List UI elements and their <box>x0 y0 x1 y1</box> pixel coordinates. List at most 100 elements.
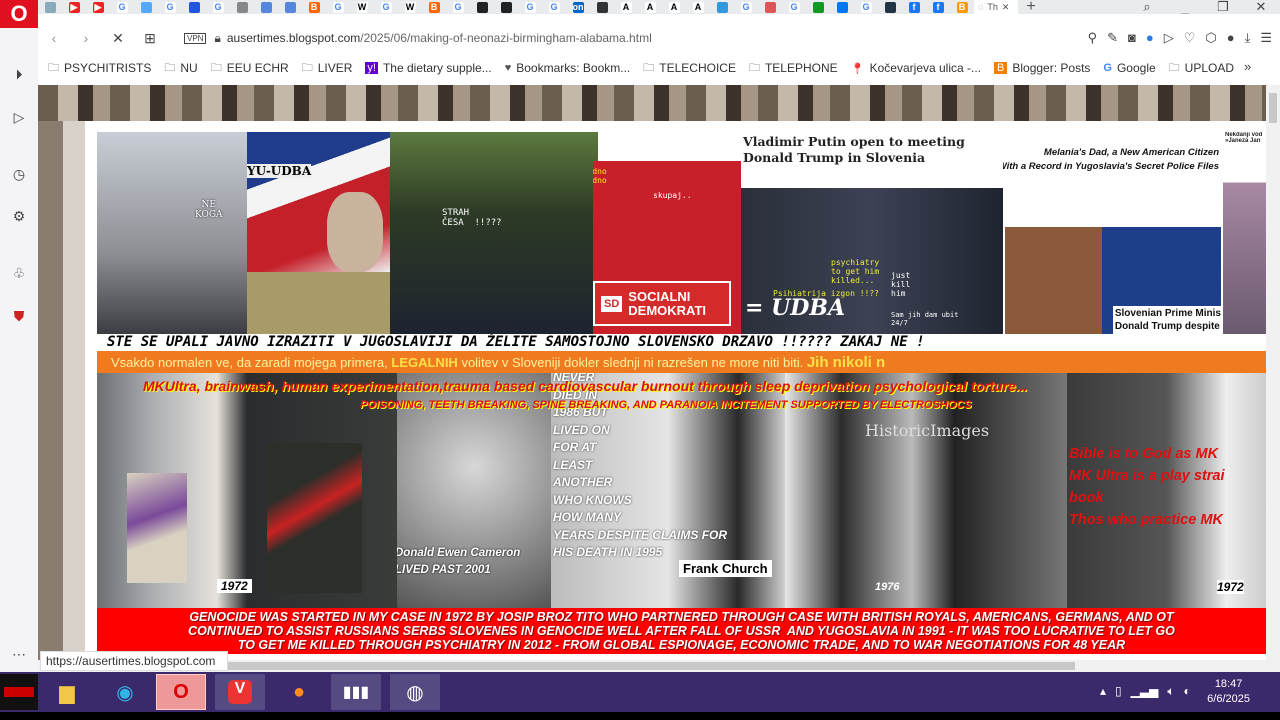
close-tab-icon[interactable]: ✕ <box>1002 2 1010 13</box>
tab[interactable]: G <box>206 0 230 14</box>
tab[interactable]: f <box>902 0 926 14</box>
ublock-icon[interactable]: ⛊ <box>10 308 28 326</box>
tab[interactable]: W <box>350 0 374 14</box>
bookmark-item[interactable]: ♥ Bookmarks: Bookm... <box>505 61 631 75</box>
tab[interactable]: W <box>398 0 422 14</box>
tab[interactable] <box>758 0 782 14</box>
tab[interactable]: on <box>566 0 590 14</box>
history-icon[interactable]: ◷ <box>10 166 28 184</box>
url-field[interactable]: ausertimes.blogspot.com/2025/06/making-o… <box>227 31 652 45</box>
tab[interactable]: A <box>686 0 710 14</box>
audio-editor-icon[interactable]: ▮▮▮ <box>331 674 381 710</box>
bookmark-item[interactable]: 🗀︎ LIVER <box>302 59 353 78</box>
file-explorer-icon[interactable]: ▆ <box>42 674 92 710</box>
tab[interactable]: A <box>638 0 662 14</box>
tab[interactable] <box>38 0 62 14</box>
tab[interactable] <box>134 0 158 14</box>
tab[interactable]: f <box>926 0 950 14</box>
minimize-button[interactable]: _ <box>1166 0 1204 15</box>
tabs-grid-icon[interactable]: ⊞ <box>134 30 166 47</box>
tab-active[interactable]: ◌ Th ✕ <box>974 0 1018 14</box>
tab[interactable]: G <box>734 0 758 14</box>
opera-menu-button[interactable]: O <box>0 0 38 28</box>
edge-icon[interactable]: ◉ <box>100 674 150 710</box>
tray-expand-icon[interactable]: ▴ <box>1100 684 1106 699</box>
more-bookmarks-icon[interactable]: » <box>1244 59 1251 74</box>
easy-setup-icon[interactable]: ☰ <box>1260 30 1272 46</box>
cube-icon[interactable]: ⬡ <box>1205 30 1216 46</box>
volume-icon[interactable]: 🔈︎ <box>1167 684 1174 699</box>
bookmark-item[interactable]: 🗀︎ TELEPHONE <box>749 59 838 78</box>
network-icon[interactable]: ▁▃▅ <box>1131 684 1159 699</box>
tab[interactable]: A <box>662 0 686 14</box>
heart-icon[interactable]: ♡ <box>1184 30 1196 46</box>
horizontal-scroll-thumb[interactable] <box>200 662 1075 670</box>
shield-check-icon[interactable]: ● <box>1146 30 1154 46</box>
bookmark-label: PSYCHITRISTS <box>64 61 152 75</box>
bookmark-item[interactable]: B Blogger: Posts <box>994 61 1090 75</box>
tab[interactable]: G <box>854 0 878 14</box>
snapshot-icon[interactable]: ◙ <box>1128 30 1136 46</box>
lightbulb-icon[interactable]: ♧ <box>10 265 28 283</box>
stop-loading-button[interactable]: ✕ <box>102 30 134 47</box>
tab[interactable]: G <box>542 0 566 14</box>
close-window-button[interactable]: ✕ <box>1242 0 1280 15</box>
edit-icon[interactable]: ✎ <box>1107 30 1118 46</box>
send-icon[interactable]: ▷ <box>10 109 28 127</box>
tab[interactable] <box>830 0 854 14</box>
firefox-icon[interactable]: ● <box>274 674 324 710</box>
vivaldi-icon[interactable]: V <box>215 674 265 710</box>
bookmark-item[interactable]: 🗀︎ NU <box>164 59 197 78</box>
tab[interactable] <box>494 0 518 14</box>
lock-icon[interactable]: 🔒︎ <box>214 31 220 46</box>
search-tabs-icon[interactable]: ⌕ <box>1128 0 1166 15</box>
tab[interactable]: B <box>950 0 974 14</box>
tab[interactable]: G <box>326 0 350 14</box>
tray-app-icon[interactable]: ◐ <box>1184 684 1191 699</box>
tab[interactable]: ▶ <box>86 0 110 14</box>
tab[interactable]: B <box>422 0 446 14</box>
battery-icon[interactable]: ▯ <box>1115 684 1122 699</box>
back-button[interactable]: ‹ <box>38 30 70 46</box>
tab[interactable]: G <box>782 0 806 14</box>
vpn-badge[interactable]: VPN <box>184 32 207 44</box>
profile-icon[interactable]: ● <box>1227 30 1235 46</box>
forward-button[interactable]: › <box>70 30 102 46</box>
tab[interactable] <box>710 0 734 14</box>
maximize-button[interactable]: ❐ <box>1204 0 1242 15</box>
tab[interactable]: G <box>158 0 182 14</box>
tab[interactable] <box>470 0 494 14</box>
bookmark-item[interactable]: y! The dietary supple... <box>365 61 492 75</box>
tab[interactable]: G <box>518 0 542 14</box>
send-icon[interactable]: ▷ <box>1164 30 1174 46</box>
obs-icon[interactable]: ◍ <box>390 674 440 710</box>
tab[interactable] <box>254 0 278 14</box>
tab[interactable]: B <box>302 0 326 14</box>
vertical-scrollbar[interactable] <box>1266 85 1280 672</box>
tab[interactable]: G <box>446 0 470 14</box>
settings-icon[interactable]: ⚙ <box>10 208 28 226</box>
bookmark-item[interactable]: 🗀︎ UPLOAD <box>1169 59 1234 78</box>
tab[interactable] <box>182 0 206 14</box>
opera-taskbar-icon[interactable]: O <box>156 674 206 710</box>
bookmark-item[interactable]: 🗀︎ TELECHOICE <box>643 59 736 78</box>
more-icon[interactable]: ⋯ <box>10 646 28 664</box>
player-icon[interactable]: ⏵ <box>10 66 28 84</box>
bookmark-item[interactable]: 🗀︎ PSYCHITRISTS <box>48 59 151 78</box>
zoom-icon[interactable]: ⚲ <box>1088 30 1098 46</box>
tab[interactable]: A <box>614 0 638 14</box>
tab[interactable] <box>230 0 254 14</box>
tab[interactable] <box>878 0 902 14</box>
tab[interactable]: G <box>374 0 398 14</box>
tab[interactable] <box>278 0 302 14</box>
clock[interactable]: 18:47 6/6/2025 <box>1207 677 1250 707</box>
start-button[interactable] <box>0 674 38 710</box>
tab[interactable]: G <box>110 0 134 14</box>
tab[interactable]: ▶ <box>62 0 86 14</box>
bookmark-item[interactable]: G Google <box>1103 61 1155 75</box>
tab[interactable] <box>806 0 830 14</box>
download-icon[interactable]: ⤓ <box>1245 30 1251 46</box>
bookmark-item[interactable]: 🗀︎ EEU ECHR <box>211 59 289 78</box>
bookmark-item[interactable]: 📍︎ Kočevarjeva ulica -... <box>851 61 981 75</box>
tab[interactable] <box>590 0 614 14</box>
